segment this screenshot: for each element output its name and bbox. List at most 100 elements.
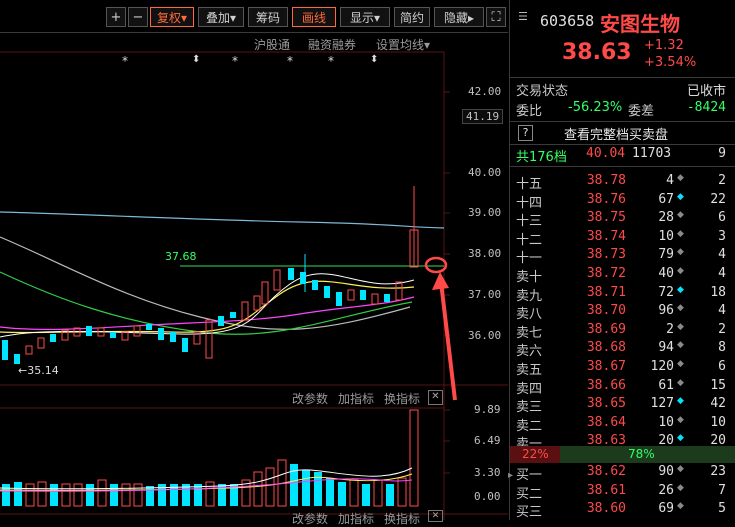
order-book-row[interactable]: 卖九 38.71 72 ◆ 18 [510, 285, 735, 304]
stock-code: 603658 [540, 12, 595, 30]
level-price: 38.69 [586, 321, 626, 337]
vol-axis-label: 0.00 [474, 490, 501, 503]
order-book-row[interactable]: 卖四 38.66 61 ◆ 15 [510, 378, 735, 397]
help-icon[interactable]: ? [518, 125, 533, 141]
zoom-out-button[interactable]: − [128, 7, 148, 27]
order-book-row[interactable]: 卖十 38.72 40 ◆ 4 [510, 266, 735, 285]
level-price: 38.70 [586, 303, 626, 319]
overlay-label: 叠加 [205, 11, 230, 25]
add-indicator-link[interactable]: 加指标 [338, 510, 374, 527]
expand-arrow-icon[interactable]: ▸ [508, 470, 513, 481]
diamond-icon: ◆ [677, 340, 684, 351]
edit-params-link[interactable]: 改参数 [292, 510, 328, 527]
level-label: 卖六 [516, 344, 543, 360]
order-book-row[interactable]: 十一 38.73 79 ◆ 4 [510, 247, 735, 266]
level-count: 22 [710, 191, 726, 207]
weicha-value: -8424 [686, 100, 726, 115]
fullscreen-icon[interactable]: ⛶ [486, 7, 506, 27]
weibi-value: -56.23% [568, 100, 623, 115]
level-count: 5 [718, 501, 726, 517]
level-volume: 69 [658, 501, 674, 517]
candlesticks [2, 186, 419, 364]
ma-line-5 [0, 273, 415, 338]
level-volume: 10 [658, 414, 674, 430]
draw-line-button[interactable]: 画线 [292, 7, 336, 27]
level-volume: 4 [666, 173, 674, 188]
y-axis-label: 36.00 [468, 329, 502, 342]
full-book-row[interactable]: ? 查看完整档买卖盘 [510, 124, 735, 143]
diamond-icon: ◆ [677, 501, 684, 512]
level-volume: 28 [658, 210, 674, 226]
level-volume: 10 [658, 228, 674, 244]
last-price: 38.63 [562, 40, 632, 65]
level-volume: 67 [658, 191, 674, 207]
sell-ratio: 22% [522, 447, 549, 461]
level-label: 卖四 [516, 381, 543, 397]
close-icon[interactable]: ✕ [428, 390, 443, 405]
adjust-button[interactable]: 复权▾ [150, 7, 194, 27]
order-book-row[interactable]: 卖七 38.69 2 ◆ 2 [510, 322, 735, 341]
level-volume: 90 [658, 464, 674, 479]
zoom-in-button[interactable]: + [106, 7, 126, 27]
level-count: 2 [718, 321, 726, 337]
vol-axis-label: 9.89 [474, 403, 501, 416]
diamond-icon: ◆ [677, 464, 684, 474]
chips-button[interactable]: 筹码 [248, 7, 288, 27]
weibi-label: 委比 [516, 104, 543, 119]
ma-line-60 [0, 236, 411, 330]
sidebar-toggle-icon[interactable]: ☰ [518, 10, 528, 23]
level-label: 卖十 [516, 270, 543, 285]
order-book-row[interactable]: 十五 38.78 4 ◆ 2 [510, 173, 735, 192]
hide-label: 隐藏 [443, 11, 468, 25]
stock-name: 安图生物 [600, 12, 680, 36]
level-label: 卖五 [516, 363, 543, 378]
order-book-row[interactable]: 卖八 38.70 96 ◆ 4 [510, 303, 735, 322]
price-change-pct: +3.54% [644, 55, 697, 70]
low-price-label: ←35.14 [18, 364, 59, 377]
diamond-icon: ◆ [677, 284, 684, 295]
close-icon[interactable]: ✕ [428, 510, 443, 522]
diamond-icon: ◆ [677, 266, 684, 276]
total-levels-row: 共176档 40.04 11703 9 [510, 146, 735, 165]
level-volume: 26 [658, 482, 674, 498]
simple-button[interactable]: 简约 [394, 7, 430, 27]
level-label: 卖三 [516, 400, 543, 416]
order-book-row[interactable]: 十二 38.74 10 ◆ 3 [510, 229, 735, 248]
order-book-row[interactable]: 十四 38.76 67 ◆ 22 [510, 192, 735, 211]
level-volume: 2 [666, 321, 674, 337]
y-axis-label: 37.00 [468, 288, 502, 301]
vol-axis-label: 3.30 [474, 466, 501, 479]
display-button[interactable]: 显示▾ [340, 7, 390, 27]
order-book-row[interactable]: 卖三 38.65 127 ◆ 42 [510, 396, 735, 415]
switch-indicator-link[interactable]: 换指标 [384, 510, 420, 527]
level-count: 7 [718, 482, 726, 498]
add-indicator-link[interactable]: 加指标 [338, 390, 374, 407]
level-price: 38.75 [586, 210, 626, 226]
order-book-row[interactable]: 买三 38.60 69 ◆ 5 [510, 501, 735, 520]
order-book-row[interactable]: 十三 38.75 28 ◆ 6 [510, 210, 735, 229]
quote-panel: ☰ 603658 安图生物 38.63 +1.32 +3.54% 交易状态 已收… [509, 0, 735, 520]
overlay-button[interactable]: 叠加▾ [198, 7, 244, 27]
price-change: +1.32 [644, 38, 684, 53]
level-count: 4 [718, 266, 726, 281]
full-book-link[interactable]: 查看完整档买卖盘 [564, 124, 668, 143]
diamond-icon: ◆ [677, 247, 684, 258]
order-book-row[interactable]: 买二 38.61 26 ◆ 7 [510, 483, 735, 502]
level-price: 38.74 [586, 228, 626, 244]
switch-indicator-link[interactable]: 换指标 [384, 390, 420, 407]
level-label: 卖九 [516, 288, 543, 304]
kline-svg [0, 51, 508, 520]
level-label: 十二 [516, 232, 543, 248]
hide-button[interactable]: 隐藏▸ [434, 7, 484, 27]
order-book-row[interactable]: 卖六 38.68 94 ◆ 8 [510, 340, 735, 359]
order-book-row[interactable]: 卖二 38.64 10 ◆ 10 [510, 415, 735, 434]
order-book-row[interactable]: 买一 38.62 90 ◆ 23 [510, 464, 735, 483]
kline-chart-area[interactable]: 沪股通 融资融券 设置均线▾ * ⬍ * * * ⬍ 42.00 41.19 4… [0, 32, 508, 526]
annotation-circle [424, 256, 448, 274]
trade-status-label: 交易状态 [516, 84, 569, 99]
edit-params-link[interactable]: 改参数 [292, 390, 328, 407]
ma-line-20 [0, 296, 415, 330]
diamond-icon: ◆ [677, 433, 684, 444]
order-book-row[interactable]: 卖五 38.67 120 ◆ 6 [510, 359, 735, 378]
order-ratio-row: 委比 -56.23% 委差 -8424 [510, 100, 735, 119]
